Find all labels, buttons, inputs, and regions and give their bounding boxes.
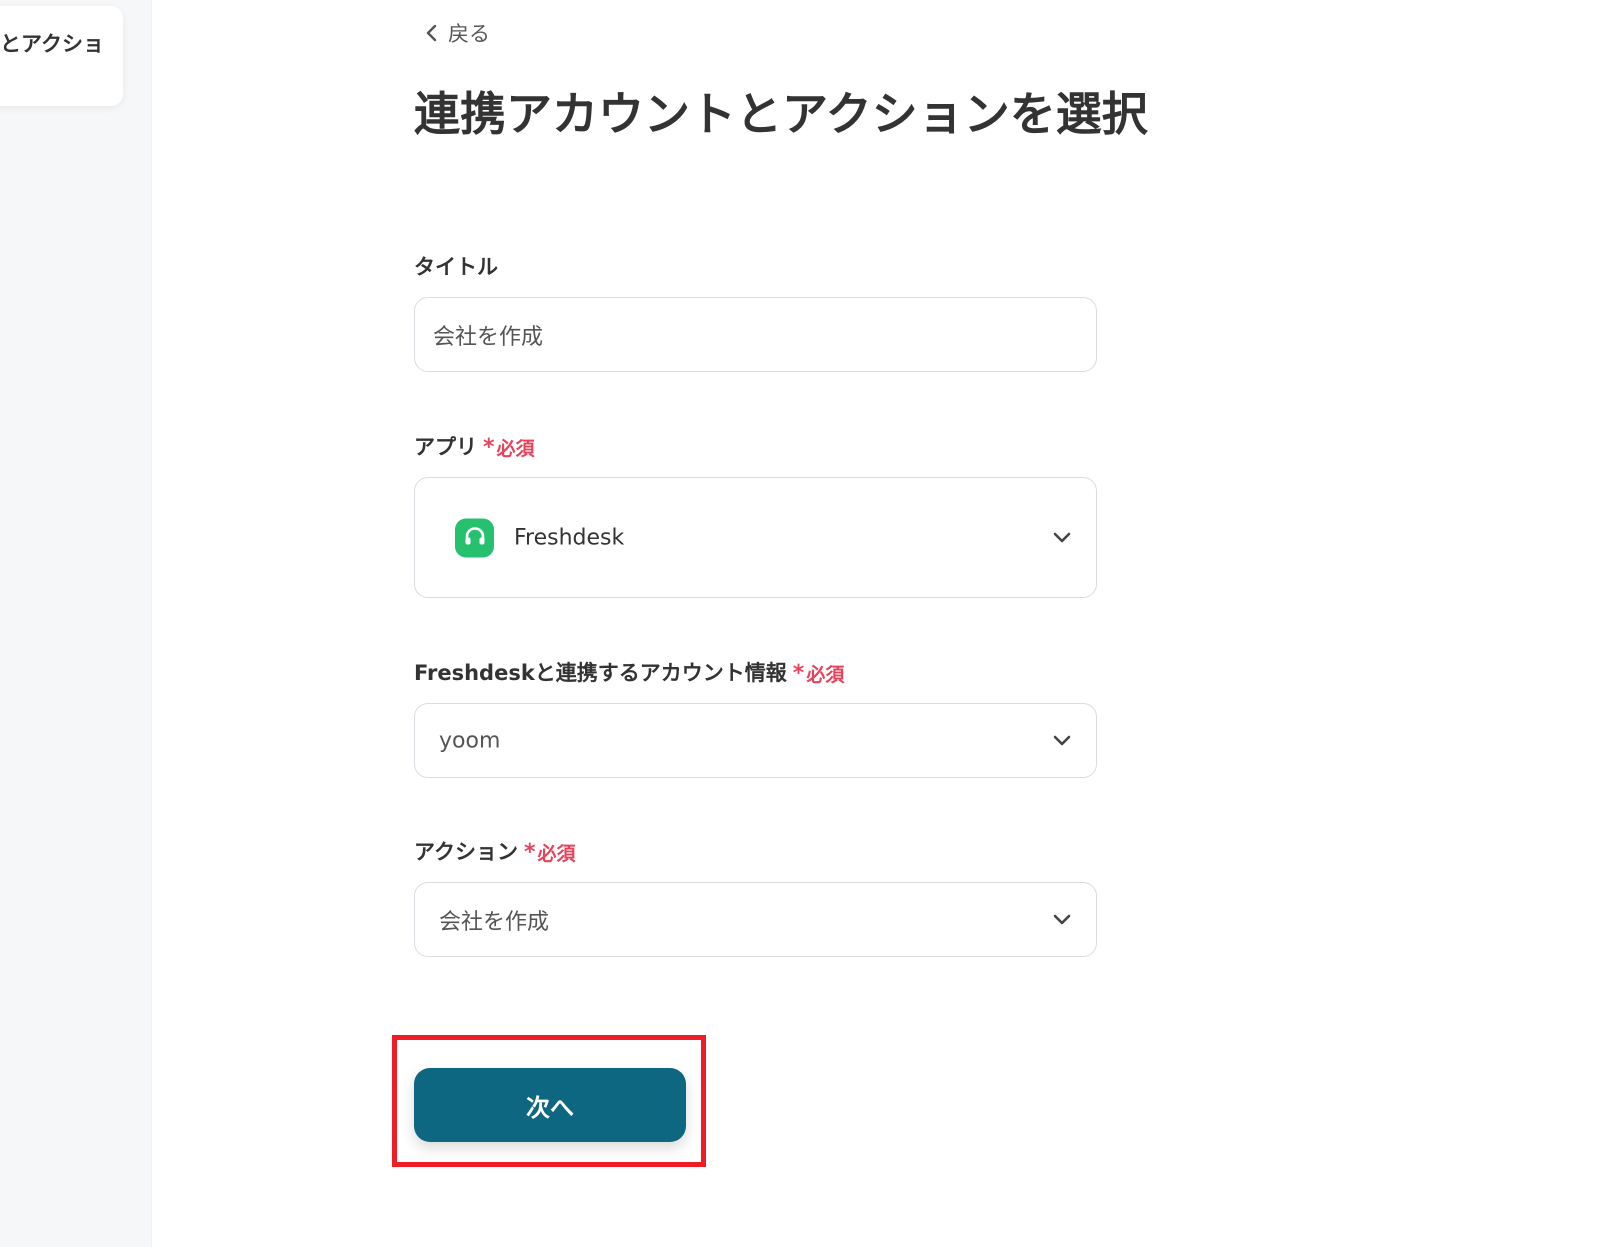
app-field-label: アプリ * 必須 [414, 431, 535, 461]
required-text: 必須 [496, 438, 535, 460]
required-badge: * 必須 [483, 434, 535, 461]
app-select-value: Freshdesk [514, 525, 625, 550]
chevron-down-icon [1053, 914, 1071, 924]
sidebar-card[interactable]: とアクショ [0, 6, 123, 106]
chevron-down-icon [1053, 735, 1071, 745]
title-input[interactable]: 会社を作成 [414, 297, 1097, 372]
required-asterisk: * [523, 840, 536, 865]
chevron-left-icon [426, 24, 437, 42]
account-select[interactable]: yoom [414, 703, 1097, 778]
action-select-value: 会社を作成 [439, 909, 550, 935]
account-field-label: Freshdeskと連携するアカウント情報 * 必須 [414, 657, 844, 687]
next-button[interactable]: 次へ [414, 1068, 686, 1142]
action-select[interactable]: 会社を作成 [414, 882, 1097, 957]
account-select-value: yoom [439, 728, 501, 753]
freshdesk-headset-icon [455, 518, 494, 557]
action-label-text: アクション [414, 840, 518, 864]
title-label-text: タイトル [414, 255, 498, 279]
account-label-text: Freshdeskと連携するアカウント情報 [414, 661, 787, 685]
main-content: 戻る 連携アカウントとアクションを選択 タイトル 会社を作成 アプリ * 必須 … [152, 0, 1600, 1247]
back-link[interactable]: 戻る [424, 18, 490, 48]
back-label: 戻る [448, 22, 490, 46]
sidebar: とアクショ [0, 0, 152, 1247]
required-text: 必須 [537, 843, 576, 865]
title-input-value: 会社を作成 [433, 324, 544, 350]
required-asterisk: * [792, 661, 805, 686]
app-label-text: アプリ [414, 435, 477, 459]
required-text: 必須 [806, 664, 845, 686]
required-asterisk: * [483, 435, 495, 460]
required-badge: * 必須 [793, 660, 845, 687]
sidebar-card-label: とアクショ [0, 32, 104, 56]
page-title: 連携アカウントとアクションを選択 [414, 87, 1148, 141]
title-field-label: タイトル [414, 251, 498, 281]
headset-icon [465, 527, 484, 545]
app-select[interactable]: Freshdesk [414, 477, 1097, 598]
action-field-label: アクション * 必須 [414, 836, 575, 866]
chevron-down-icon [1053, 532, 1071, 542]
required-badge: * 必須 [524, 839, 576, 866]
